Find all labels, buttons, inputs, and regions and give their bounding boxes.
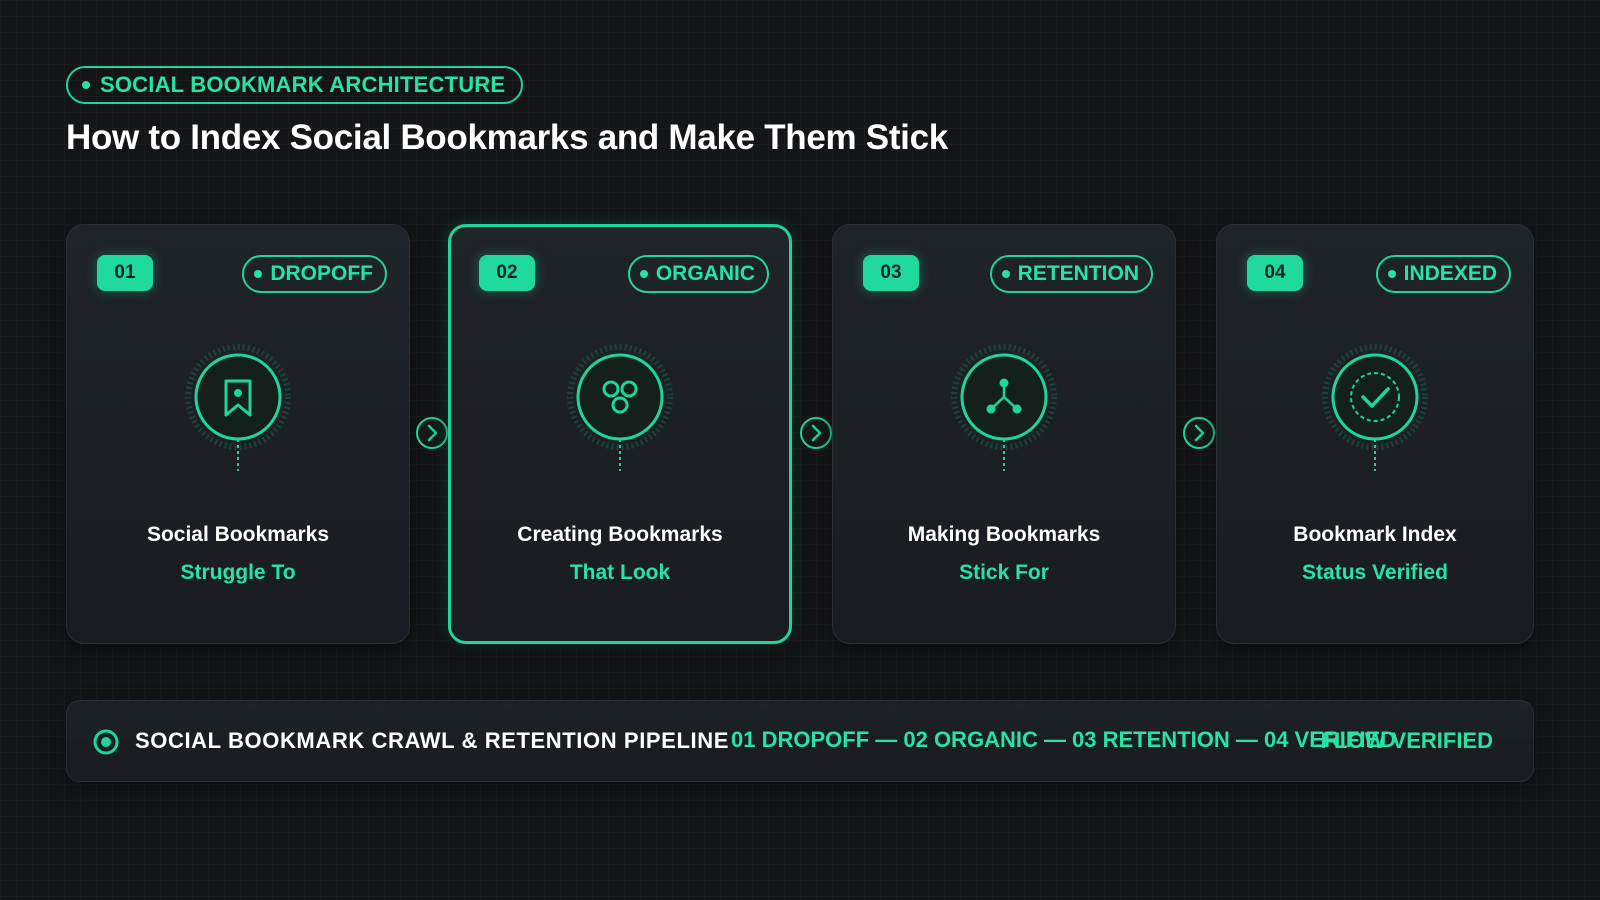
step-title: Creating Bookmarks	[517, 523, 723, 546]
diagram-canvas: SOCIAL BOOKMARK ARCHITECTURE How to Inde…	[0, 0, 1600, 900]
network-cluster-icon	[560, 343, 680, 473]
step-tag: DROPOFF	[242, 255, 387, 293]
chevron-right-icon	[415, 416, 449, 450]
pipeline-flow: 01 DROPOFF — 02 ORGANIC — 03 RETENTION —…	[731, 727, 1397, 752]
page-title: How to Index Social Bookmarks and Make T…	[66, 118, 948, 157]
step-tag: RETENTION	[989, 255, 1153, 293]
step-card-3: 03 RETENTION Making Bookmarks Stick For	[832, 224, 1176, 644]
step-number-badge: 01	[97, 255, 153, 291]
step-subtitle: Stick For	[959, 561, 1049, 584]
chevron-right-icon	[799, 416, 833, 450]
step-number-badge: 04	[1247, 255, 1303, 291]
tag-dot-icon	[1387, 270, 1396, 278]
step-tag: INDEXED	[1375, 255, 1511, 293]
step-title: Making Bookmarks	[907, 523, 1101, 546]
step-tag-label: ORGANIC	[655, 262, 755, 285]
tag-dot-icon	[254, 270, 263, 278]
step-tag-label: DROPOFF	[270, 262, 373, 285]
step-card-1: 01 DROPOFF Social Bookmarks Struggle To	[66, 224, 410, 644]
pipeline-status-icon	[93, 729, 119, 755]
eyebrow-label: SOCIAL BOOKMARK ARCHITECTURE	[100, 72, 506, 97]
eyebrow-tag: SOCIAL BOOKMARK ARCHITECTURE	[66, 66, 524, 104]
step-card-4: 04 INDEXED Bookmark Index Status Verifie…	[1216, 224, 1534, 644]
pipeline-status: FLOW VERIFIED	[1320, 728, 1493, 753]
pipeline-bar: SOCIAL BOOKMARK CRAWL & RETENTION PIPELI…	[66, 700, 1534, 782]
tag-dot-icon	[1001, 270, 1010, 278]
step-tag-label: RETENTION	[1017, 262, 1139, 285]
step-card-2: 02 ORGANIC Creating Bookmarks That Look	[448, 224, 792, 644]
tag-dot-icon	[639, 270, 648, 278]
step-number-badge: 02	[479, 255, 535, 291]
step-subtitle: Status Verified	[1302, 561, 1448, 584]
chevron-right-icon	[1182, 416, 1216, 450]
check-circle-icon	[1315, 343, 1435, 473]
branch-nodes-icon	[944, 343, 1064, 473]
bookmark-icon	[178, 343, 298, 473]
step-title: Social Bookmarks	[146, 523, 330, 546]
eyebrow-dot-icon	[82, 81, 90, 89]
step-subtitle: That Look	[569, 561, 671, 584]
step-number-badge: 03	[863, 255, 919, 291]
step-subtitle: Struggle To	[180, 561, 296, 584]
step-tag-label: INDEXED	[1403, 262, 1497, 285]
step-tag: ORGANIC	[627, 255, 769, 293]
pipeline-label: SOCIAL BOOKMARK CRAWL & RETENTION PIPELI…	[135, 728, 729, 753]
step-title: Bookmark Index	[1293, 523, 1457, 546]
